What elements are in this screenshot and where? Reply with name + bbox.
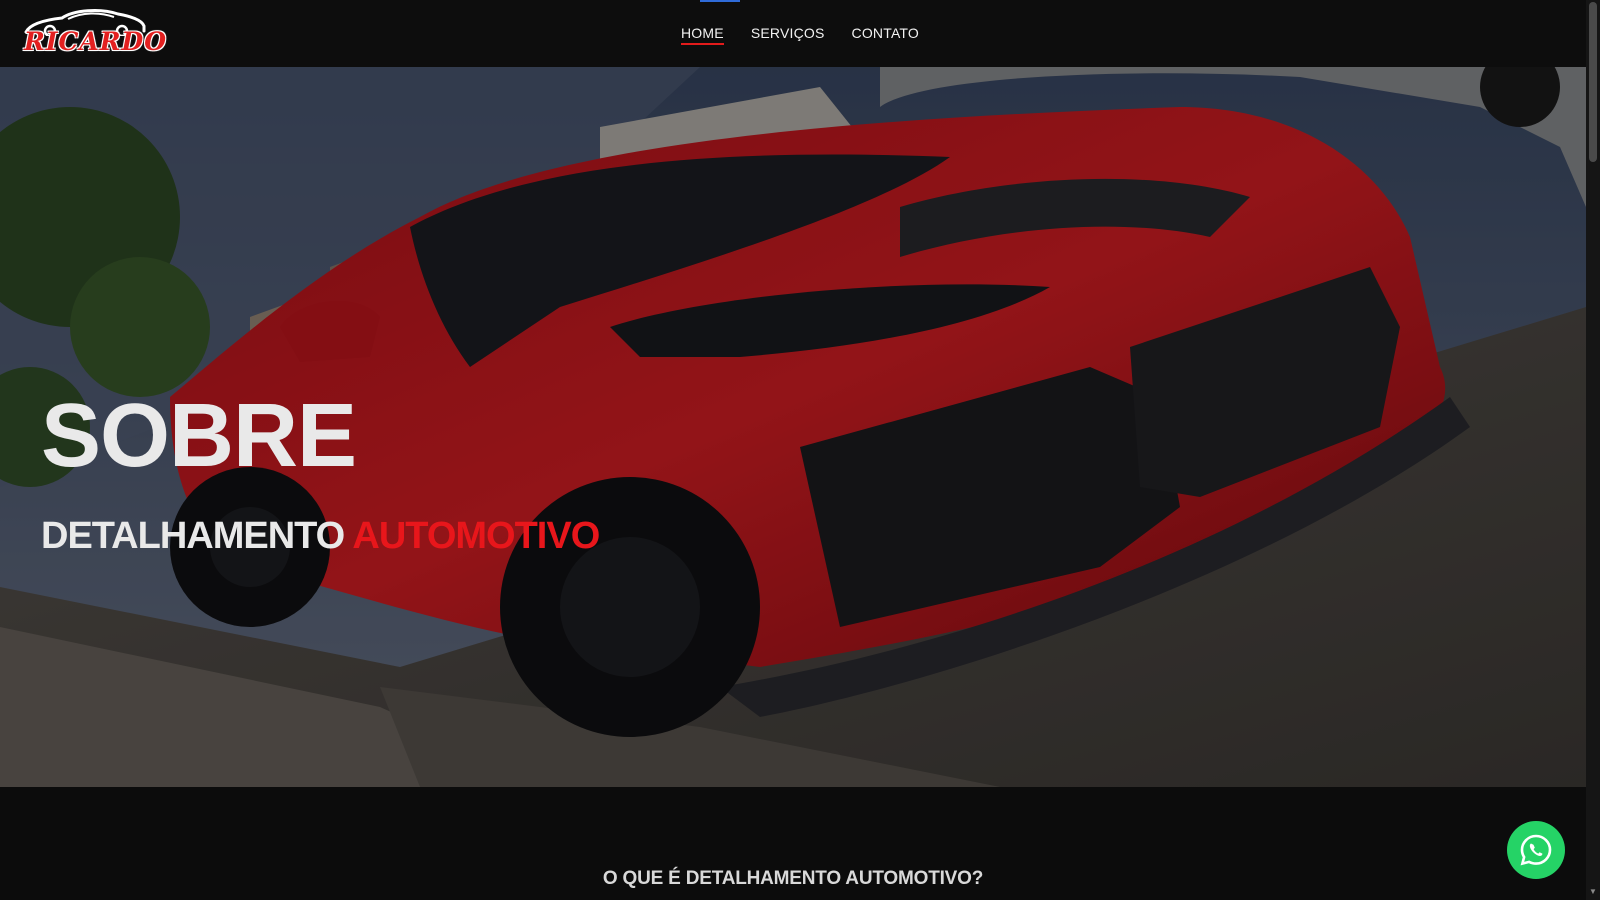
logo-text: RICARDO: [24, 27, 167, 56]
whatsapp-icon: [1520, 834, 1552, 866]
hero-title: SOBRE: [41, 386, 357, 486]
main-nav: HOME SERVIÇOS CONTATO: [681, 25, 919, 45]
page-scrollbar[interactable]: ▼: [1586, 0, 1600, 900]
hero-subtitle-main: DETALHAMENTO: [41, 515, 345, 557]
nav-servicos[interactable]: SERVIÇOS: [751, 25, 825, 45]
brand-logo[interactable]: RICARDO: [22, 6, 166, 56]
scrollbar-thumb[interactable]: [1589, 2, 1597, 162]
nav-home[interactable]: HOME: [681, 25, 724, 45]
nav-contato[interactable]: CONTATO: [852, 25, 920, 45]
whatsapp-button[interactable]: [1507, 821, 1565, 879]
top-indicator: [700, 0, 740, 2]
section-heading: O QUE É DETALHAMENTO AUTOMOTIVO?: [602, 868, 984, 889]
page: RICARDO HOME SERVIÇOS CONTATO SOBRE DETA…: [0, 0, 1600, 900]
scroll-down-arrow-icon[interactable]: ▼: [1589, 887, 1597, 896]
hero-subtitle: DETALHAMENTO AUTOMOTIVO: [41, 515, 600, 558]
site-header: RICARDO HOME SERVIÇOS CONTATO: [0, 0, 1586, 67]
hero-banner: SOBRE DETALHAMENTO AUTOMOTIVO: [0, 67, 1586, 787]
hero-subtitle-accent: AUTOMOTIVO: [352, 515, 600, 557]
